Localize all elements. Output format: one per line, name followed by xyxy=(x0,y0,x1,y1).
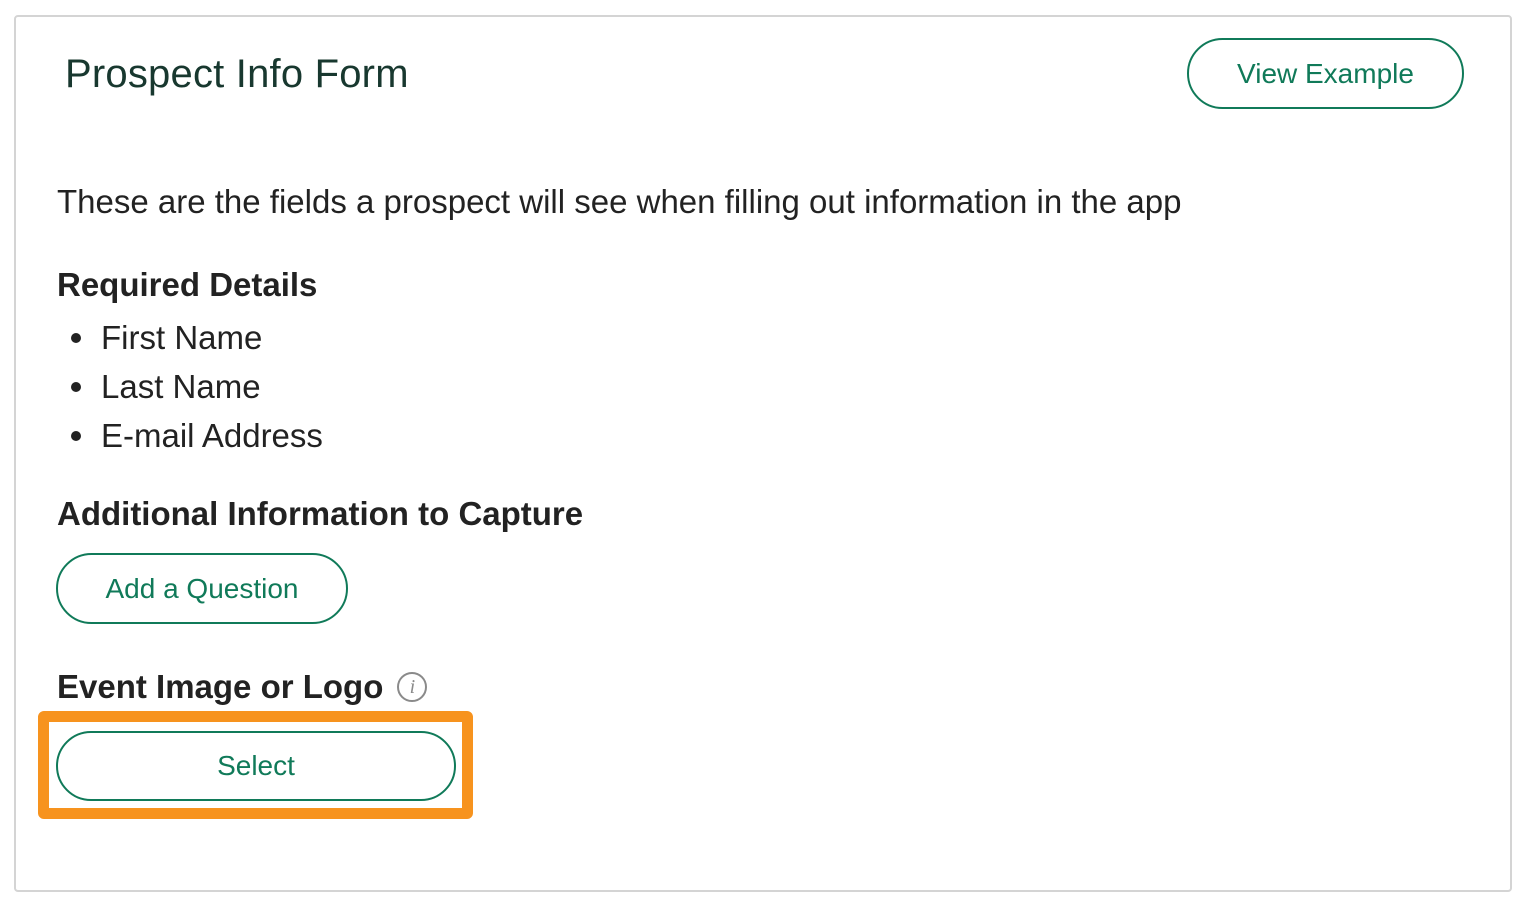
select-image-button[interactable]: Select xyxy=(56,731,456,801)
additional-info-heading: Additional Information to Capture xyxy=(57,495,584,532)
required-details-heading: Required Details xyxy=(57,266,318,303)
add-question-button[interactable]: Add a Question xyxy=(56,553,348,624)
required-field-email: E-mail Address xyxy=(101,417,323,454)
form-title: Prospect Info Form xyxy=(65,52,409,96)
list-item: Last Name xyxy=(57,362,323,411)
list-item: E-mail Address xyxy=(57,411,323,460)
view-example-button[interactable]: View Example xyxy=(1187,38,1464,109)
form-description: These are the fields a prospect will see… xyxy=(57,183,1182,220)
info-icon[interactable]: i xyxy=(397,672,428,702)
required-details-list: First Name Last Name E-mail Address xyxy=(57,313,323,460)
bullet-icon xyxy=(71,332,81,343)
event-image-heading-row: Event Image or Logo i xyxy=(57,666,428,708)
bullet-icon xyxy=(71,381,81,392)
list-item: First Name xyxy=(57,313,323,362)
required-field-first-name: First Name xyxy=(101,319,263,356)
required-field-last-name: Last Name xyxy=(101,368,261,405)
bullet-icon xyxy=(71,430,81,441)
event-image-heading: Event Image or Logo xyxy=(57,668,384,705)
